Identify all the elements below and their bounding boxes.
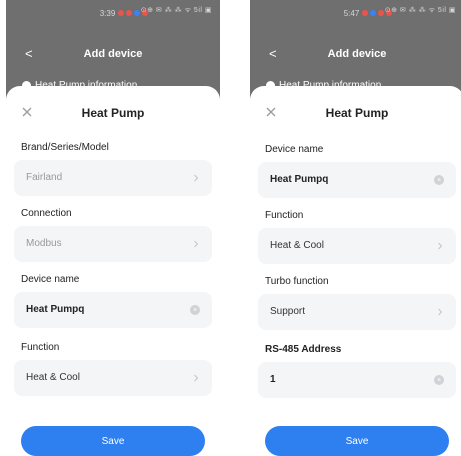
status-indicators: ⊙⊕ ✉ ⁂ ⁂ ᯤ 5il ▣ (384, 7, 456, 14)
chevron-right-icon (438, 308, 443, 316)
function-select[interactable]: Heat & Cool (14, 360, 212, 396)
clear-input-icon[interactable]: × (434, 375, 444, 385)
notification-dot-icon (134, 10, 141, 16)
turbo-function-value: Support (270, 306, 306, 317)
page-title: Add device (83, 48, 143, 60)
phone-screen-right: 5:47 ⊙⊕ ✉ ⁂ ⁂ ᯤ 5il ▣ < Add device Heat … (250, 0, 461, 456)
function-select[interactable]: Heat & Cool (258, 228, 456, 264)
field-label-function: Function (265, 210, 304, 221)
rs485-address-value: 1 (270, 374, 276, 385)
device-name-input[interactable]: Heat Pumpq × (258, 162, 456, 198)
save-button[interactable]: Save (21, 426, 205, 456)
function-value: Heat & Cool (270, 240, 324, 251)
device-name-value: Heat Pumpq (270, 174, 329, 185)
notification-dot-icon (118, 10, 125, 16)
notification-dot-icon (126, 10, 133, 16)
field-label-device-name: Device name (265, 144, 324, 155)
field-label-rs485-address: RS-485 Address (265, 344, 342, 355)
chevron-right-icon (194, 374, 199, 382)
notification-dot-icon (378, 10, 385, 16)
sheet-title: Heat Pump (325, 106, 389, 120)
field-label-turbo-function: Turbo function (265, 276, 329, 287)
bottom-sheet: Heat Pump Brand/Series/Model Fairland Co… (6, 86, 220, 456)
clear-input-icon[interactable]: × (434, 175, 444, 185)
device-name-value: Heat Pumpq (26, 304, 85, 315)
chevron-right-icon (438, 242, 443, 250)
function-value: Heat & Cool (26, 372, 80, 383)
field-label-device-name: Device name (21, 274, 80, 285)
chevron-right-icon (194, 174, 199, 182)
bottom-sheet: Heat Pump Device name Heat Pumpq × Funct… (250, 86, 461, 456)
nav-bar: < Add device (6, 44, 220, 64)
device-name-input[interactable]: Heat Pumpq × (14, 292, 212, 328)
save-button[interactable]: Save (265, 426, 449, 456)
clear-input-icon[interactable]: × (190, 305, 200, 315)
page-title: Add device (327, 48, 387, 60)
phone-screen-left: 3:39 ⊙⊕ ✉ ⁂ ⁂ ᯤ 5il ▣ < Add device Heat … (6, 0, 220, 456)
status-bar: 3:39 ⊙⊕ ✉ ⁂ ⁂ ᯤ 5il ▣ (6, 6, 220, 20)
field-label-connection: Connection (21, 208, 72, 219)
connection-value: Modbus (26, 238, 62, 249)
rs485-address-input[interactable]: 1 × (258, 362, 456, 398)
field-label-function: Function (21, 342, 60, 353)
brand-select[interactable]: Fairland (14, 160, 212, 196)
status-time: 3:39 (99, 8, 116, 18)
status-bar: 5:47 ⊙⊕ ✉ ⁂ ⁂ ᯤ 5il ▣ (250, 6, 461, 20)
nav-bar: < Add device (250, 44, 461, 64)
sheet-title: Heat Pump (81, 106, 145, 120)
notification-dot-icon (362, 10, 369, 16)
brand-value: Fairland (26, 172, 63, 183)
status-time: 5:47 (343, 8, 360, 18)
chevron-right-icon (194, 240, 199, 248)
status-indicators: ⊙⊕ ✉ ⁂ ⁂ ᯤ 5il ▣ (140, 7, 212, 14)
connection-select[interactable]: Modbus (14, 226, 212, 262)
field-label-brand: Brand/Series/Model (21, 142, 109, 153)
notification-dot-icon (370, 10, 377, 16)
turbo-function-select[interactable]: Support (258, 294, 456, 330)
